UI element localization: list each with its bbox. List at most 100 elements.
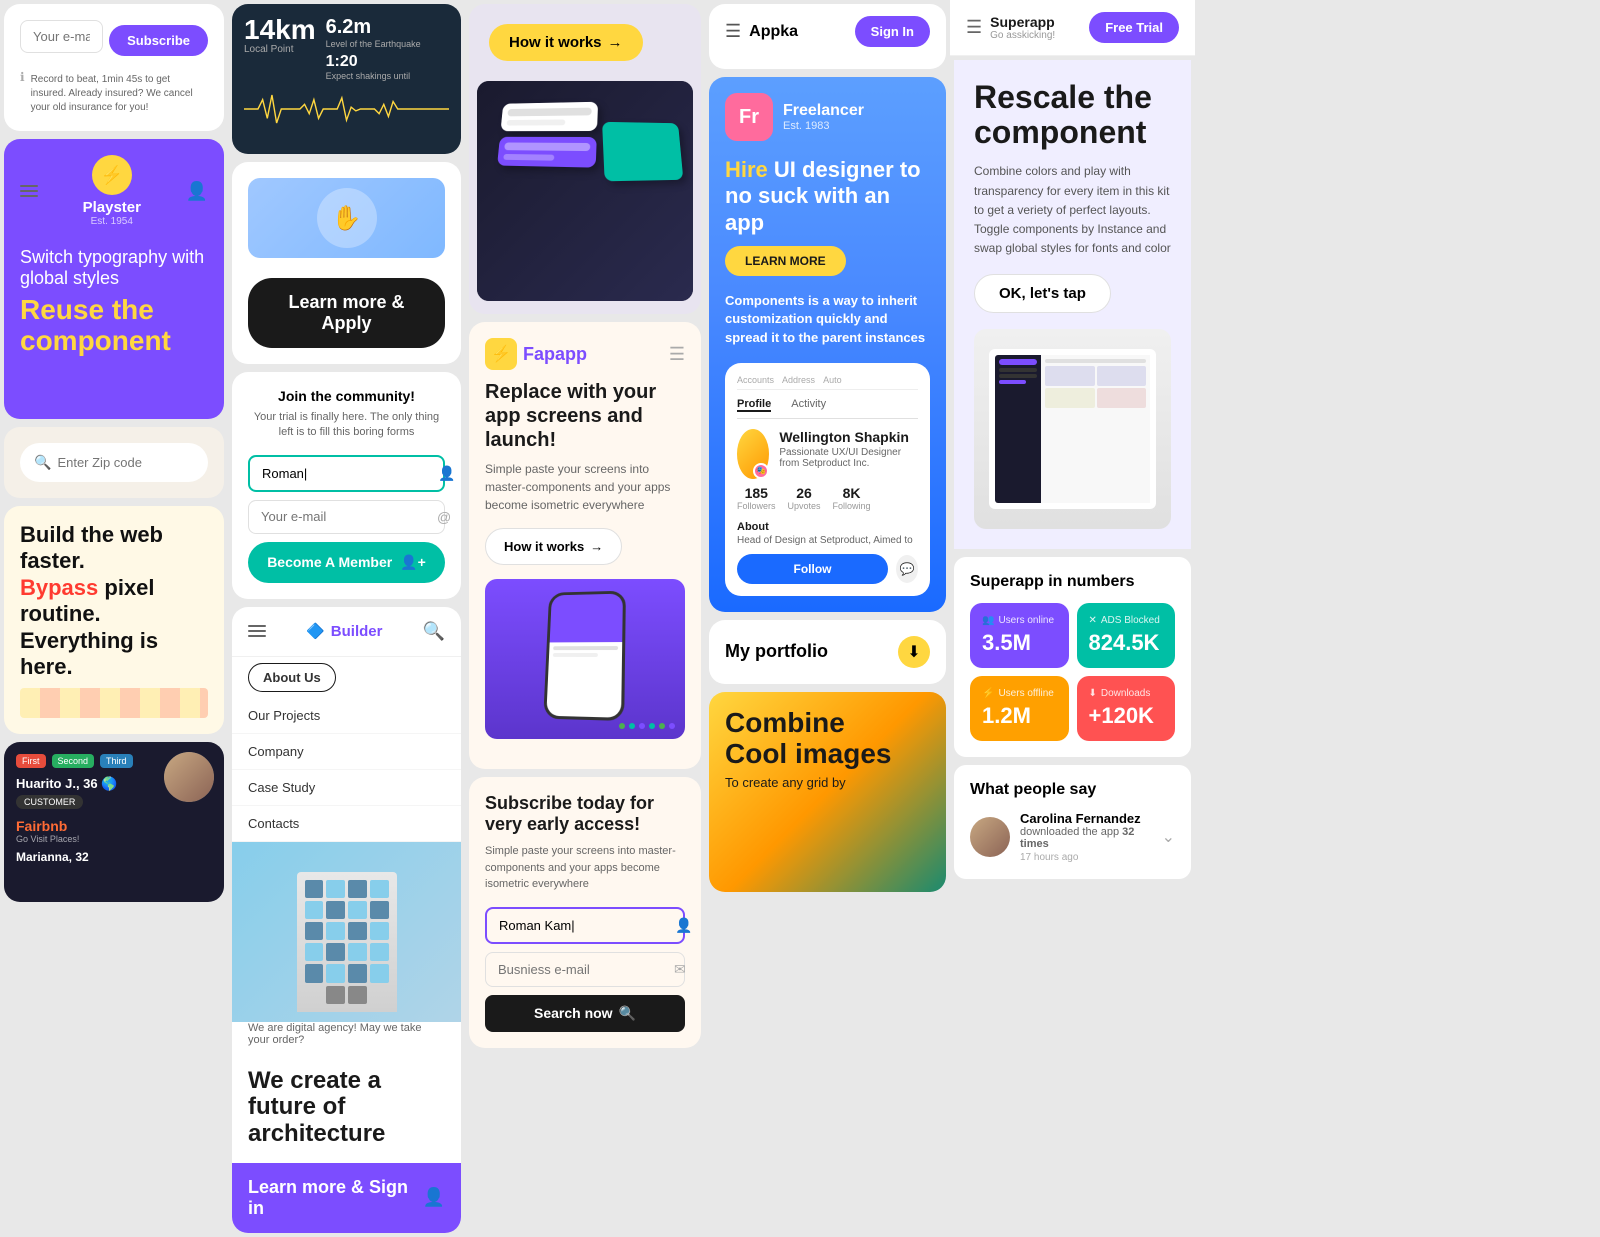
community-email-input[interactable] (261, 509, 437, 524)
fapapp-desc: Simple paste your screens into master-co… (485, 460, 685, 514)
tag-blue: Third (100, 754, 133, 768)
howitworks-header: How it works → (469, 4, 701, 81)
fapapp-title: Replace with your app screens and launch… (485, 380, 685, 452)
tab-address[interactable]: Address (782, 375, 815, 385)
signin-button[interactable]: Sign In (855, 16, 930, 47)
builder-menu-icon[interactable] (248, 625, 266, 637)
subscribe-hint: Record to beat, 1min 45s to get insured.… (31, 69, 208, 115)
subscribe2-email-field: ✉ (485, 952, 685, 987)
seismic-wave-chart (244, 89, 449, 129)
seismic-magnitude: 6.2m (326, 16, 449, 39)
community-name-input[interactable] (262, 466, 438, 481)
nav-case-study[interactable]: Case Study (232, 770, 461, 806)
seismic-label1: Local Point (244, 44, 316, 55)
person-brand: Fairbnb (16, 818, 133, 834)
superapp-menu-icon[interactable]: ☰ (966, 17, 982, 38)
email-input[interactable] (20, 20, 103, 53)
combine-sub: To create any grid by (725, 775, 930, 790)
playster-card: ⚡ Playster Est. 1954 👤 Switch typography… (4, 139, 224, 419)
fapapp-menu-icon[interactable]: ☰ (669, 344, 685, 365)
ads-blocked-icon: ✕ (1089, 615, 1097, 626)
tab-accounts[interactable]: Accounts (737, 375, 774, 385)
dots-decoration (609, 713, 685, 739)
howitworks-card: How it works → (469, 4, 701, 314)
fapapp-mockup (485, 579, 685, 739)
community-email-field: @ (248, 500, 445, 534)
fapapp-icon: ⚡ (485, 338, 517, 370)
builder-cta-bar[interactable]: Learn more & Sign in 👤 (232, 1163, 461, 1233)
downloads-value: +120K (1089, 703, 1164, 729)
tab-activity[interactable]: Activity (791, 398, 826, 412)
subscribe2-email-icon: ✉ (674, 961, 686, 978)
learn-more-button[interactable]: LEARN MORE (725, 246, 846, 276)
fapapp-name: Fapapp (523, 344, 587, 365)
stat-upvotes: 26 Upvotes (788, 485, 821, 511)
testimonial-action: downloaded the app 32 times (1020, 826, 1152, 850)
testimonial-row: Carolina Fernandez downloaded the app 32… (970, 811, 1175, 863)
portfolio-card[interactable]: My portfolio ⬇ (709, 620, 946, 684)
superapp-name: Superapp (990, 14, 1055, 30)
fapapp-howitworks-button[interactable]: How it works → (485, 528, 622, 565)
ads-blocked-value: 824.5K (1089, 630, 1164, 656)
appka-name: Appka (749, 23, 798, 41)
tab-auto[interactable]: Auto (823, 375, 842, 385)
column-6: ☰ Superapp Go asskicking! Free Trial Res… (950, 0, 1195, 1237)
freelancer-name: Freelancer (783, 102, 864, 120)
nav-contacts[interactable]: Contacts (232, 806, 461, 842)
column-2: 14km Local Point 6.2m Level of the Earth… (228, 0, 465, 1237)
search-now-button[interactable]: Search now 🔍 (485, 995, 685, 1032)
nav-projects[interactable]: Our Projects (232, 698, 461, 734)
tab-profile[interactable]: Profile (737, 398, 771, 412)
apply-button[interactable]: Learn more & Apply (248, 278, 445, 348)
superapp-header: ☰ Superapp Go asskicking! Free Trial (950, 0, 1195, 56)
person-avatar (164, 752, 214, 802)
profile-about-text: Head of Design at Setproduct, Aimed to (737, 535, 918, 546)
rescale-title: Rescale the component (974, 80, 1171, 150)
seismic-label4: Expect shakings until (326, 71, 449, 81)
laptop-content (989, 349, 1156, 509)
downloads-label: ⬇ Downloads (1089, 688, 1164, 699)
users-offline-icon: ⚡ (982, 688, 994, 699)
howitworks-button[interactable]: How it works → (489, 24, 643, 61)
builder-logo-icon: 🔷 (306, 622, 325, 640)
builder-logo: 🔷 Builder (306, 622, 382, 640)
person-card: First Second Third Huarito J., 36 🌎 CUST… (4, 742, 224, 902)
subscribe-button[interactable]: Subscribe (109, 25, 208, 56)
appka-menu-icon[interactable]: ☰ (725, 21, 741, 42)
freelancer-profile: Accounts Address Auto Profile Activity 🎭… (725, 363, 930, 596)
profile-main-tabs: Profile Activity (737, 398, 918, 419)
become-member-button[interactable]: Become A Member 👤+ (248, 542, 445, 583)
nav-company[interactable]: Company (232, 734, 461, 770)
subscribe2-desc: Simple paste your screens into master-co… (485, 843, 685, 893)
follow-button[interactable]: Follow (737, 554, 888, 584)
bypass-text: Bypass (20, 575, 98, 600)
info-icon: ℹ (20, 70, 25, 84)
user-icon[interactable]: 👤 (186, 181, 208, 202)
superapp-tagline: Go asskicking! (990, 30, 1055, 41)
zip-card: 🔍 GO! (4, 427, 224, 498)
message-icon[interactable]: 💬 (896, 555, 918, 583)
community-title: Join the community! (248, 388, 445, 404)
ok-tap-button[interactable]: OK, let's tap (974, 274, 1111, 313)
zip-input[interactable] (57, 455, 224, 470)
rescale-card: Rescale the component Combine colors and… (954, 60, 1191, 549)
appka-header-row: ☰ Appka Sign In (725, 16, 930, 47)
users-online-value: 3.5M (982, 630, 1057, 656)
community-subtitle: Your trial is finally here. The only thi… (248, 410, 445, 441)
stat-followers: 185 Followers (737, 485, 776, 511)
profile-title-text: Passionate UX/UI Designer from Setproduc… (779, 447, 918, 469)
stat-following: 8K Following (833, 485, 871, 511)
subscribe2-name-field: 👤 (485, 907, 685, 944)
menu-icon[interactable] (20, 185, 38, 197)
builder-search-icon[interactable]: 🔍 (423, 621, 445, 642)
arrow-icon: → (608, 34, 623, 51)
subscribe-card: Subscribe ℹ Record to beat, 1min 45s to … (4, 4, 224, 131)
subscribe2-name-input[interactable] (499, 918, 675, 933)
subscribe2-email-input[interactable] (498, 962, 674, 977)
testimonial-expand-icon[interactable]: ⌄ (1162, 827, 1175, 847)
numbers-card: Superapp in numbers 👥 Users online 3.5M … (954, 557, 1191, 757)
downloads-icon: ⬇ (1089, 688, 1097, 699)
nav-about[interactable]: About Us (248, 663, 336, 692)
builder-cta-icon: 👤 (423, 1187, 445, 1208)
free-trial-button[interactable]: Free Trial (1089, 12, 1179, 43)
